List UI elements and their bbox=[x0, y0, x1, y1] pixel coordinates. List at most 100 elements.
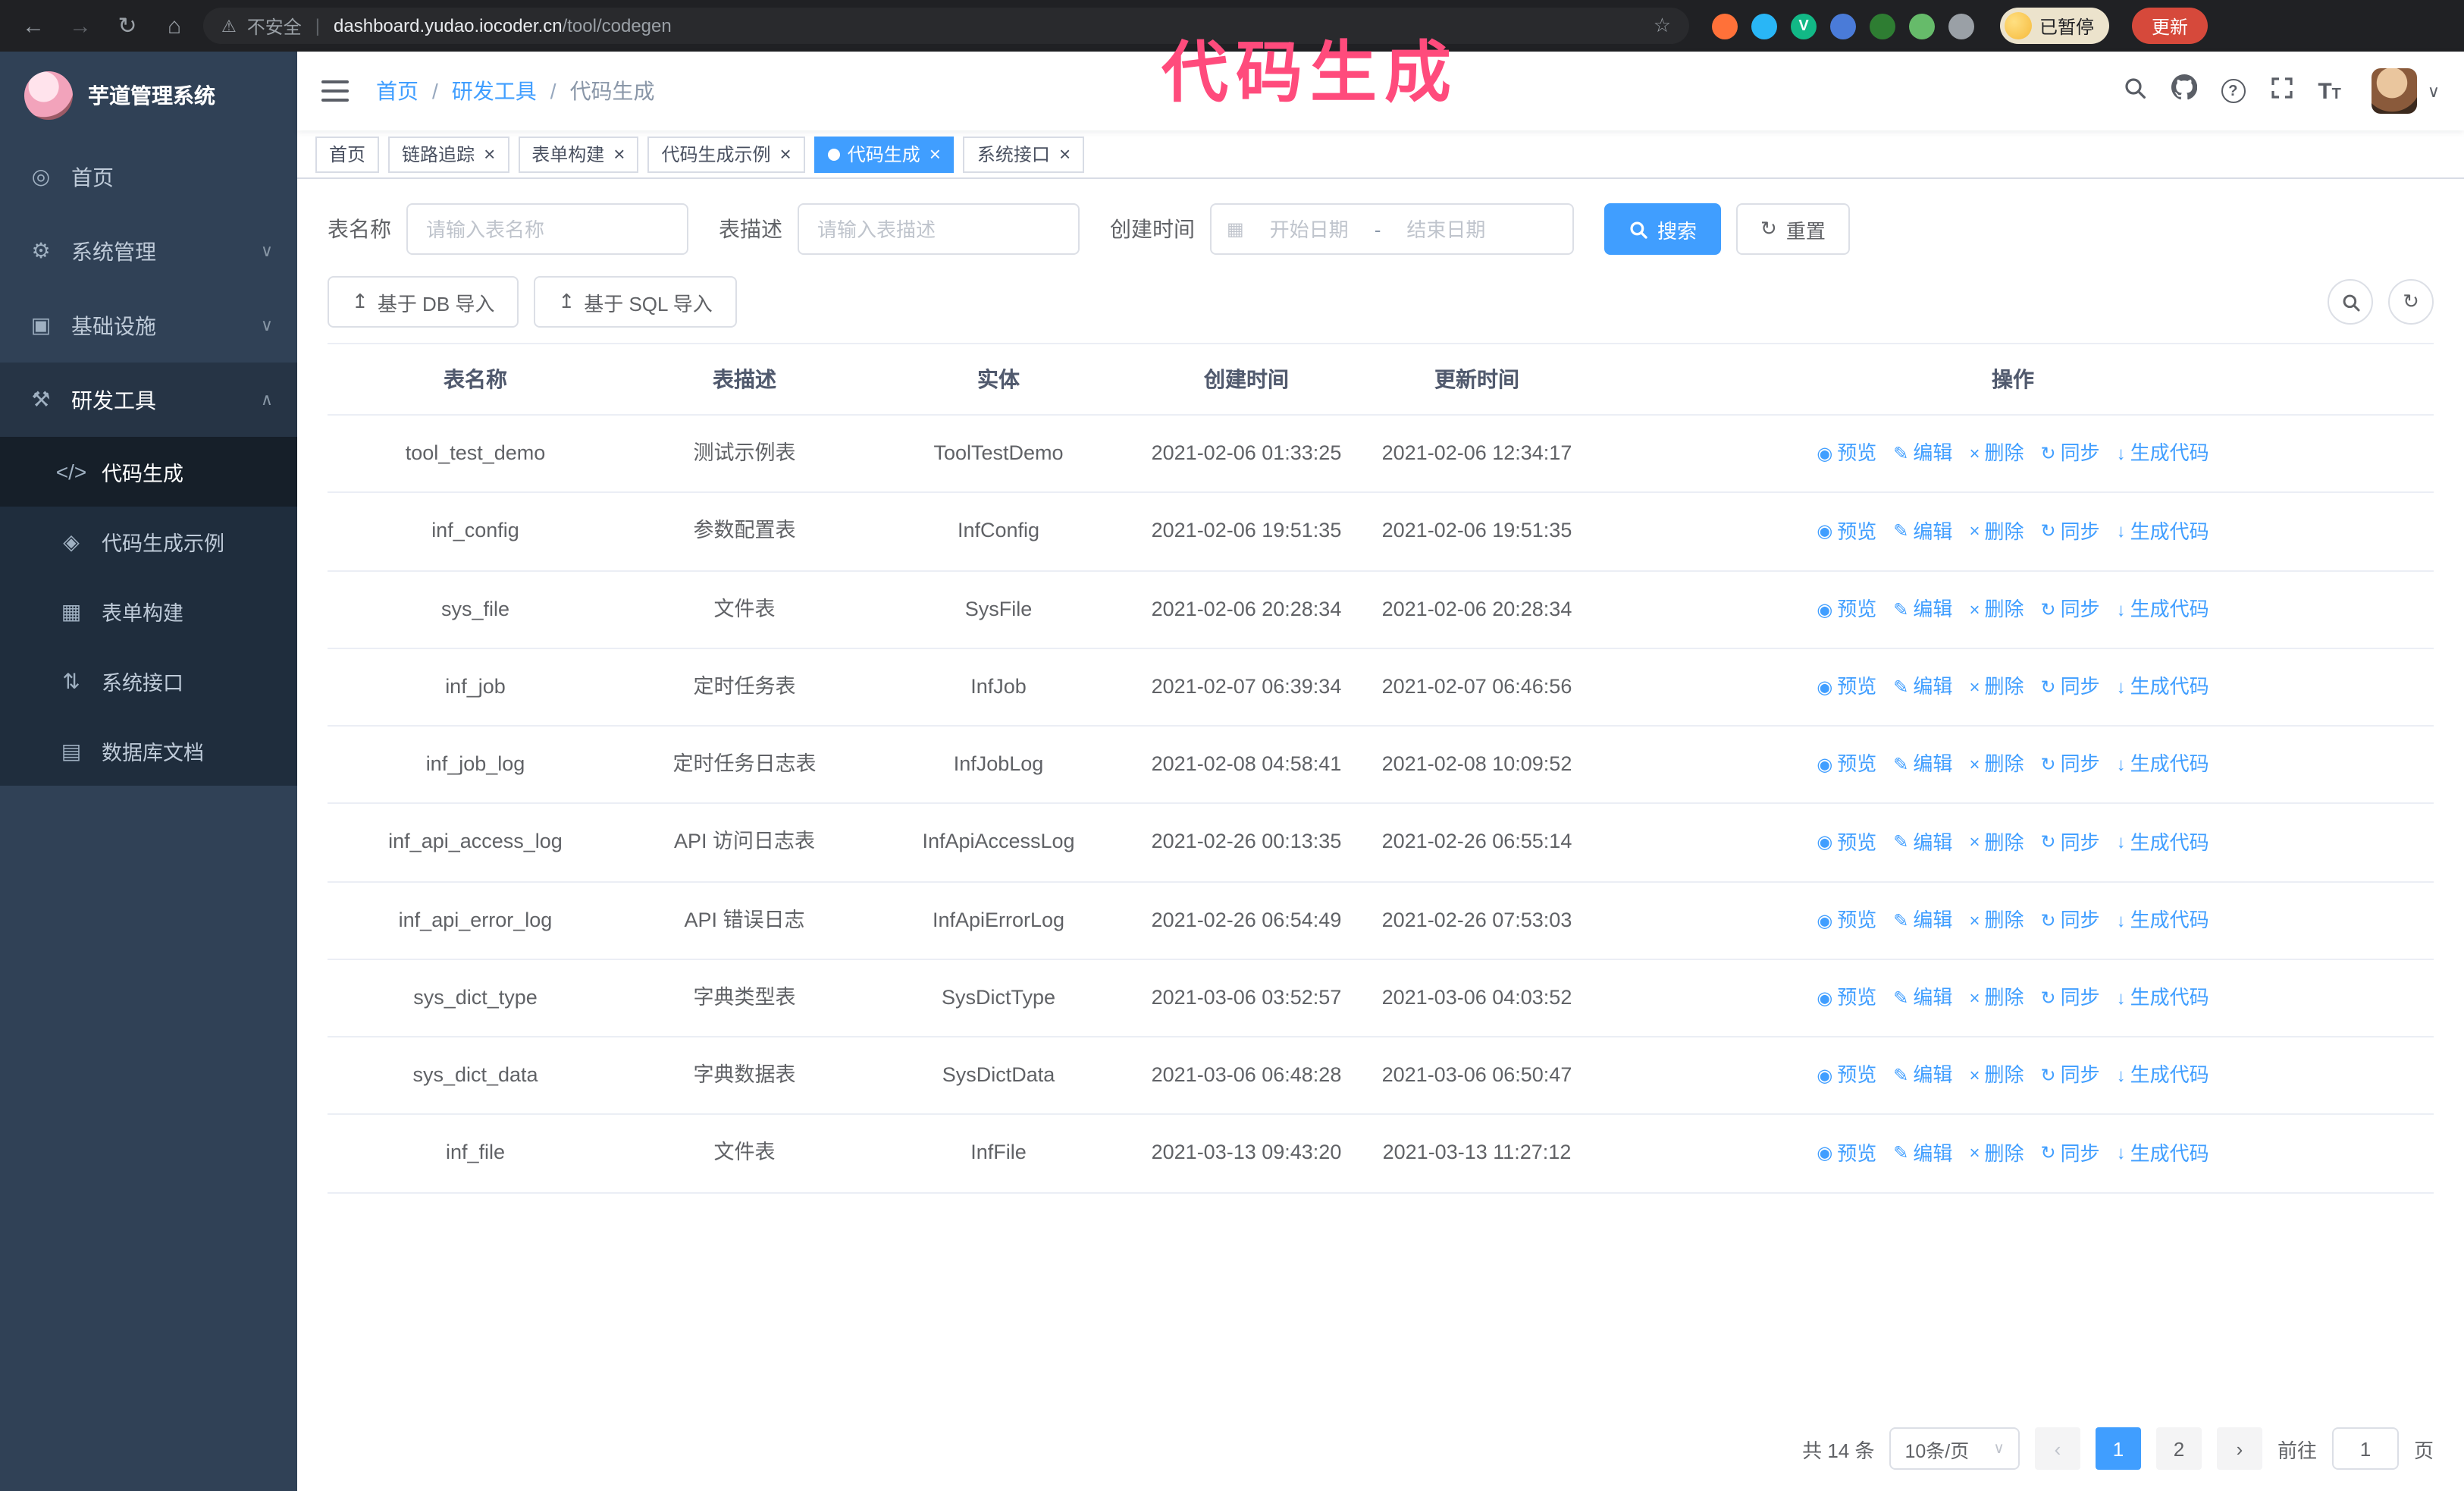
sidebar-item-首页[interactable]: ◎ 首页 bbox=[0, 140, 297, 214]
action-sync[interactable]: ↻ 同步 bbox=[2041, 750, 2100, 780]
table-row[interactable]: inf_config 参数配置表 InfConfig 2021-02-06 19… bbox=[328, 492, 2434, 572]
help-icon[interactable]: ? bbox=[2221, 79, 2246, 103]
action-generate-code[interactable]: ↓ 生成代码 bbox=[2117, 439, 2209, 469]
action-generate-code[interactable]: ↓ 生成代码 bbox=[2117, 827, 2209, 857]
action-sync[interactable]: ↻ 同步 bbox=[2041, 672, 2100, 702]
sidebar-subitem-db-doc[interactable]: ▤ 数据库文档 bbox=[0, 716, 297, 786]
bookmark-star-icon[interactable]: ☆ bbox=[1654, 14, 1671, 38]
next-page-button[interactable]: › bbox=[2216, 1427, 2262, 1470]
sidebar-subitem-codegen-example[interactable]: ◈ 代码生成示例 bbox=[0, 507, 297, 576]
action-preview[interactable]: ◉ 预览 bbox=[1817, 827, 1876, 857]
action-delete[interactable]: × 删除 bbox=[1969, 595, 2024, 624]
action-generate-code[interactable]: ↓ 生成代码 bbox=[2117, 1138, 2209, 1168]
fullscreen-icon[interactable] bbox=[2269, 75, 2293, 107]
extension-puzzle-icon[interactable] bbox=[1948, 13, 1974, 39]
action-delete[interactable]: × 删除 bbox=[1969, 827, 2024, 857]
sidebar-item-基础设施[interactable]: ▣ 基础设施 ∨ bbox=[0, 288, 297, 363]
back-icon[interactable]: ← bbox=[15, 8, 52, 44]
action-preview[interactable]: ◉ 预览 bbox=[1817, 516, 1876, 546]
breadcrumb-item[interactable]: 首页 bbox=[376, 76, 419, 106]
sidebar-item-系统管理[interactable]: ⚙ 系统管理 ∨ bbox=[0, 214, 297, 288]
search-button[interactable]: 搜索 bbox=[1604, 203, 1722, 255]
action-delete[interactable]: × 删除 bbox=[1969, 672, 2024, 702]
breadcrumb-item[interactable]: 代码生成 bbox=[570, 76, 655, 106]
extension-tag-icon[interactable] bbox=[1870, 13, 1895, 39]
action-delete[interactable]: × 删除 bbox=[1969, 439, 2024, 469]
extension-v-icon[interactable]: V bbox=[1791, 13, 1817, 39]
action-edit[interactable]: ✎ 编辑 bbox=[1893, 672, 1952, 702]
action-delete[interactable]: × 删除 bbox=[1969, 906, 2024, 935]
action-sync[interactable]: ↻ 同步 bbox=[2041, 906, 2100, 935]
user-menu[interactable]: ∨ bbox=[2371, 68, 2440, 114]
action-sync[interactable]: ↻ 同步 bbox=[2041, 516, 2100, 546]
table-row[interactable]: inf_job_log 定时任务日志表 InfJobLog 2021-02-08… bbox=[328, 726, 2434, 805]
reset-button[interactable]: ↻ 重置 bbox=[1736, 203, 1850, 255]
table-row[interactable]: inf_api_access_log API 访问日志表 InfApiAcces… bbox=[328, 803, 2434, 883]
page-button-1[interactable]: 1 bbox=[2095, 1427, 2141, 1470]
action-sync[interactable]: ↻ 同步 bbox=[2041, 1061, 2100, 1091]
extension-leaf-icon[interactable] bbox=[1909, 13, 1935, 39]
forward-icon[interactable]: → bbox=[62, 8, 99, 44]
sidebar-subitem-code-generation[interactable]: </> 代码生成 bbox=[0, 437, 297, 507]
action-delete[interactable]: × 删除 bbox=[1969, 1061, 2024, 1091]
table-row[interactable]: inf_job 定时任务表 InfJob 2021-02-07 06:39:34… bbox=[328, 648, 2434, 727]
close-icon[interactable]: × bbox=[929, 144, 941, 164]
extension-fox-icon[interactable] bbox=[1712, 13, 1738, 39]
action-generate-code[interactable]: ↓ 生成代码 bbox=[2117, 672, 2209, 702]
close-icon[interactable]: × bbox=[780, 144, 792, 164]
close-icon[interactable]: × bbox=[1059, 144, 1071, 164]
table-row[interactable]: inf_api_error_log API 错误日志 InfApiErrorLo… bbox=[328, 881, 2434, 960]
sidebar-subitem-form-builder[interactable]: ▦ 表单构建 bbox=[0, 576, 297, 646]
end-date-input[interactable] bbox=[1387, 218, 1506, 240]
action-delete[interactable]: × 删除 bbox=[1969, 983, 2024, 1012]
action-preview[interactable]: ◉ 预览 bbox=[1817, 906, 1876, 935]
start-date-input[interactable] bbox=[1249, 218, 1368, 240]
view-tab[interactable]: 代码生成 × bbox=[813, 136, 955, 172]
table-row[interactable]: tool_test_demo 测试示例表 ToolTestDemo 2021-0… bbox=[328, 415, 2434, 494]
action-preview[interactable]: ◉ 预览 bbox=[1817, 595, 1876, 624]
view-tab[interactable]: 表单构建 × bbox=[518, 136, 639, 172]
action-generate-code[interactable]: ↓ 生成代码 bbox=[2117, 516, 2209, 546]
toggle-search-button[interactable] bbox=[2328, 279, 2373, 325]
action-edit[interactable]: ✎ 编辑 bbox=[1893, 516, 1952, 546]
action-sync[interactable]: ↻ 同步 bbox=[2041, 595, 2100, 624]
close-icon[interactable]: × bbox=[484, 144, 495, 164]
action-preview[interactable]: ◉ 预览 bbox=[1817, 983, 1876, 1012]
action-sync[interactable]: ↻ 同步 bbox=[2041, 983, 2100, 1012]
action-edit[interactable]: ✎ 编辑 bbox=[1893, 595, 1952, 624]
goto-page-input[interactable] bbox=[2331, 1427, 2399, 1470]
action-delete[interactable]: × 删除 bbox=[1969, 750, 2024, 780]
action-edit[interactable]: ✎ 编辑 bbox=[1893, 750, 1952, 780]
action-generate-code[interactable]: ↓ 生成代码 bbox=[2117, 1061, 2209, 1091]
action-edit[interactable]: ✎ 编辑 bbox=[1893, 827, 1952, 857]
extension-drop-icon[interactable] bbox=[1751, 13, 1777, 39]
view-tab[interactable]: 首页 bbox=[315, 136, 380, 172]
action-edit[interactable]: ✎ 编辑 bbox=[1893, 983, 1952, 1012]
extension-people-icon[interactable] bbox=[1830, 13, 1856, 39]
view-tab[interactable]: 链路追踪 × bbox=[388, 136, 509, 172]
action-preview[interactable]: ◉ 预览 bbox=[1817, 672, 1876, 702]
action-generate-code[interactable]: ↓ 生成代码 bbox=[2117, 983, 2209, 1012]
browser-update-button[interactable]: 更新 bbox=[2132, 8, 2209, 44]
breadcrumb-item[interactable]: 研发工具 bbox=[452, 76, 537, 106]
action-sync[interactable]: ↻ 同步 bbox=[2041, 827, 2100, 857]
table-name-input[interactable] bbox=[406, 203, 688, 255]
action-delete[interactable]: × 删除 bbox=[1969, 1138, 2024, 1168]
action-sync[interactable]: ↻ 同步 bbox=[2041, 439, 2100, 469]
reload-icon[interactable]: ↻ bbox=[109, 8, 146, 44]
refresh-button[interactable]: ↻ bbox=[2388, 279, 2434, 325]
view-tab[interactable]: 系统接口 × bbox=[963, 136, 1085, 172]
action-edit[interactable]: ✎ 编辑 bbox=[1893, 439, 1952, 469]
action-preview[interactable]: ◉ 预览 bbox=[1817, 1138, 1876, 1168]
page-size-select[interactable]: 10条/页 ∨ bbox=[1889, 1427, 2020, 1470]
table-row[interactable]: sys_file 文件表 SysFile 2021-02-06 20:28:34… bbox=[328, 570, 2434, 649]
close-icon[interactable]: × bbox=[613, 144, 625, 164]
github-icon[interactable] bbox=[2171, 74, 2197, 108]
import-sql-button[interactable]: ↥ 基于 SQL 导入 bbox=[534, 276, 737, 328]
date-range-picker[interactable]: ▦ - bbox=[1210, 203, 1574, 255]
action-generate-code[interactable]: ↓ 生成代码 bbox=[2117, 595, 2209, 624]
font-size-icon[interactable]: TT bbox=[2318, 78, 2341, 104]
action-edit[interactable]: ✎ 编辑 bbox=[1893, 1061, 1952, 1091]
home-icon[interactable]: ⌂ bbox=[156, 8, 193, 44]
table-desc-input[interactable] bbox=[798, 203, 1080, 255]
